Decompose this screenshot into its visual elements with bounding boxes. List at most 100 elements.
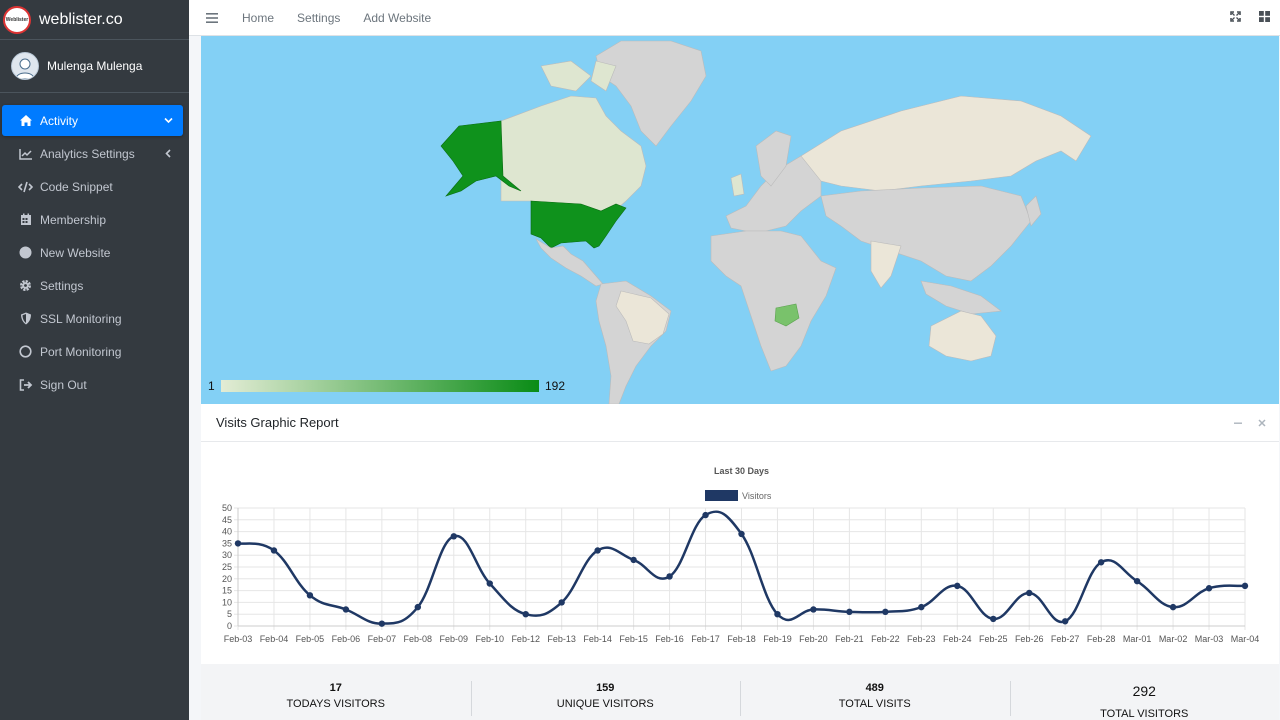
y-tick-label: 40 — [222, 527, 232, 537]
x-tick-label: Feb-17 — [691, 634, 720, 644]
grid-apps-icon[interactable] — [1259, 9, 1270, 27]
stat-total-visits: 489 TOTAL VISITS — [740, 664, 1010, 720]
circle-outline-icon — [18, 344, 33, 359]
sidebar-item-ssl-monitoring[interactable]: SSL Monitoring — [2, 303, 183, 334]
sign-out-icon — [18, 377, 33, 392]
data-point — [522, 611, 529, 618]
sidebar-item-activity[interactable]: Activity — [2, 105, 183, 136]
user-panel[interactable]: Mulenga Mulenga — [0, 40, 189, 93]
nav-link-settings[interactable]: Settings — [297, 11, 340, 25]
stat-label: TOTAL VISITORS — [1100, 708, 1189, 720]
x-tick-label: Feb-07 — [368, 634, 397, 644]
legend-label: Visitors — [742, 491, 772, 501]
card-header: Visits Graphic Report — [201, 404, 1279, 442]
world-map-svg — [440, 40, 1092, 404]
data-point — [306, 592, 314, 599]
card-title: Visits Graphic Report — [216, 415, 339, 430]
legend-max-label: 192 — [545, 379, 566, 393]
southeast-asia — [920, 280, 1002, 315]
sidebar-item-sign-out[interactable]: Sign Out — [2, 369, 183, 400]
stat-total-visitors: 292 TOTAL VISITORS — [1009, 664, 1280, 720]
x-tick-label: Feb-06 — [332, 634, 361, 644]
data-point — [1169, 603, 1177, 611]
sidebar-nav: Activity Analytics Settings Code Snippet — [0, 93, 189, 400]
stat-value: 17 — [329, 682, 342, 694]
top-navbar: Home Settings Add Website — [189, 0, 1280, 36]
sidebar-item-new-website[interactable]: New Website — [2, 237, 183, 268]
sidebar-item-settings[interactable]: Settings — [2, 270, 183, 301]
stats-row: 17 TODAYS VISITORS 159 UNIQUE VISITORS 4… — [201, 664, 1279, 720]
stat-label: UNIQUE VISITORS — [556, 698, 654, 710]
close-icon[interactable] — [1257, 417, 1267, 431]
sidebar-item-port-monitoring[interactable]: Port Monitoring — [2, 336, 183, 367]
x-tick-label: Feb-09 — [440, 634, 469, 644]
stat-label: TODAYS VISITORS — [286, 698, 385, 710]
sidebar-item-label: New Website — [40, 245, 111, 260]
calendar-icon — [18, 212, 33, 227]
legend-min-label: 1 — [208, 379, 215, 393]
hamburger-menu-icon[interactable] — [206, 11, 220, 25]
x-tick-label: Feb-05 — [296, 634, 325, 644]
data-point — [594, 547, 601, 554]
data-point — [558, 599, 565, 606]
sidebar-item-label: Analytics Settings — [40, 146, 135, 161]
sidebar-item-label: Settings — [40, 278, 84, 293]
data-point — [414, 603, 422, 611]
y-tick-label: 45 — [222, 515, 232, 525]
x-tick-label: Feb-23 — [907, 634, 936, 644]
data-point — [450, 533, 457, 540]
x-tick-label: Feb-12 — [511, 634, 540, 644]
data-point — [1026, 589, 1033, 597]
y-tick-label: 35 — [222, 538, 232, 548]
sidebar-item-label: SSL Monitoring — [40, 311, 122, 326]
x-tick-label: Feb-14 — [583, 634, 612, 644]
data-point — [810, 606, 817, 613]
australia — [928, 310, 997, 362]
usa — [530, 200, 627, 249]
x-tick-label: Feb-04 — [260, 634, 289, 644]
data-point — [1241, 582, 1249, 590]
nav-link-home[interactable]: Home — [242, 11, 274, 25]
data-point — [1097, 559, 1105, 566]
x-tick-label: Feb-25 — [979, 634, 1008, 644]
canada — [500, 95, 647, 219]
world-visitors-map[interactable]: 1 192 — [201, 36, 1279, 404]
minimize-icon[interactable] — [1233, 417, 1243, 431]
data-point — [270, 547, 278, 554]
data-point — [774, 611, 781, 618]
brand[interactable]: Weblister weblister.co — [0, 0, 189, 40]
data-point — [954, 582, 961, 590]
asia — [820, 185, 1032, 282]
data-point — [1061, 618, 1069, 625]
x-tick-label: Feb-13 — [547, 634, 576, 644]
x-tick-label: Feb-24 — [943, 634, 972, 644]
fullscreen-icon[interactable] — [1230, 9, 1241, 27]
card-tools — [1233, 417, 1267, 431]
home-icon — [18, 113, 33, 128]
sidebar-item-label: Sign Out — [40, 377, 87, 392]
data-point — [918, 603, 925, 611]
shield-icon — [18, 311, 33, 326]
stat-value: 489 — [865, 682, 884, 694]
sidebar-item-code-snippet[interactable]: Code Snippet — [2, 171, 183, 202]
x-tick-label: Feb-10 — [475, 634, 504, 644]
x-tick-label: Feb-20 — [799, 634, 828, 644]
data-point — [342, 606, 350, 613]
x-tick-label: Feb-08 — [404, 634, 433, 644]
sidebar-item-label: Membership — [40, 212, 107, 227]
sidebar-item-membership[interactable]: Membership — [2, 204, 183, 235]
data-point — [234, 540, 242, 547]
sidebar-item-analytics-settings[interactable]: Analytics Settings — [2, 138, 183, 169]
uk — [730, 173, 745, 197]
x-tick-label: Feb-21 — [835, 634, 864, 644]
legend-swatch — [705, 490, 738, 501]
x-tick-label: Feb-28 — [1087, 634, 1116, 644]
y-tick-label: 0 — [227, 621, 232, 631]
nav-link-add-website[interactable]: Add Website — [363, 11, 431, 25]
x-tick-label: Feb-03 — [224, 634, 253, 644]
data-point — [378, 620, 386, 627]
x-tick-label: Mar-04 — [1231, 634, 1260, 644]
chart-title: Last 30 Days — [714, 466, 769, 476]
stat-unique-visitors: 159 UNIQUE VISITORS — [470, 664, 741, 720]
stat-todays-visitors: 17 TODAYS VISITORS — [201, 664, 471, 720]
